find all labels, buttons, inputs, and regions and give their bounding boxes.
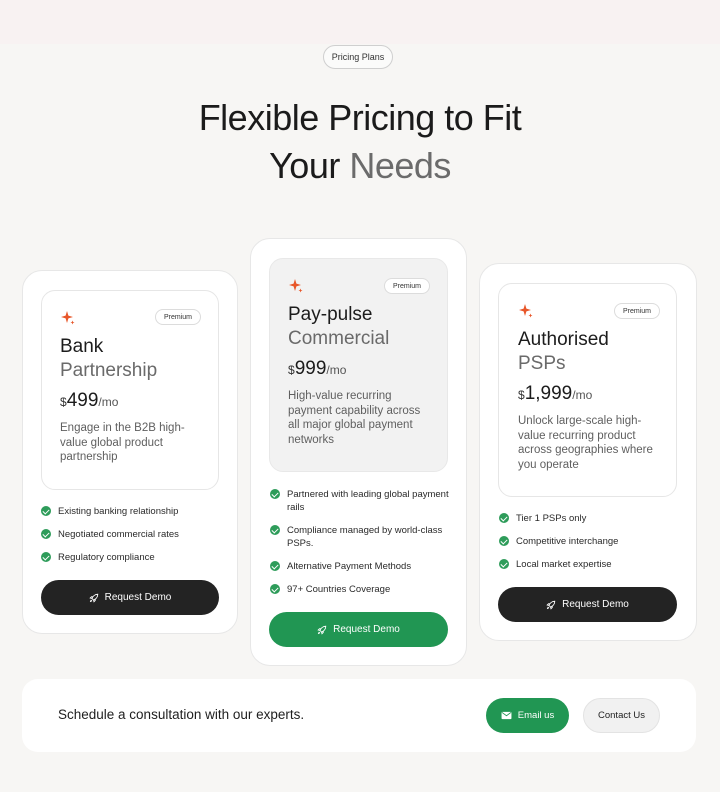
title-line-2: Your Needs xyxy=(0,142,720,190)
check-circle-icon xyxy=(41,552,51,562)
feature-item: Compliance managed by world-class PSPs. xyxy=(270,524,450,550)
price-amount: 999 xyxy=(294,358,327,379)
plan-title: Bank xyxy=(60,336,104,357)
feature-item: Partnered with leading global payment ra… xyxy=(270,488,450,514)
check-circle-icon xyxy=(499,536,509,546)
button-label: Request Demo xyxy=(104,592,172,603)
feature-text: Tier 1 PSPs only xyxy=(516,513,587,524)
plan-description: Unlock large-scale high-value recurring … xyxy=(518,415,653,471)
request-demo-button[interactable]: Request Demo xyxy=(498,587,677,622)
feature-list: Tier 1 PSPs only Competitive interchange… xyxy=(499,512,679,571)
plan-card-paypulse: Premium Pay-pulse Commercial $ 999 /mo H… xyxy=(250,238,467,666)
plan-card-bank: Premium Bank Partnership $ 499 /mo Engag… xyxy=(22,270,238,634)
feature-list: Existing banking relationship Negotiated… xyxy=(41,505,226,564)
premium-badge: Premium xyxy=(614,303,661,319)
rocket-icon xyxy=(546,600,556,610)
email-us-button[interactable]: Email us xyxy=(486,698,569,733)
feature-text: Existing banking relationship xyxy=(58,506,179,517)
rocket-icon xyxy=(317,625,327,635)
premium-badge: Premium xyxy=(155,309,202,325)
price-currency: $ xyxy=(60,395,67,409)
sparkle-icon xyxy=(519,304,533,318)
check-circle-icon xyxy=(270,525,280,535)
price-period: /mo xyxy=(326,363,347,377)
check-circle-icon xyxy=(499,513,509,523)
email-icon xyxy=(501,711,512,720)
contact-us-button[interactable]: Contact Us xyxy=(583,698,660,733)
price-period: /mo xyxy=(98,395,119,409)
consultation-cta-bar: Schedule a consultation with our experts… xyxy=(22,679,696,752)
title-needs: Needs xyxy=(349,145,451,186)
button-label: Request Demo xyxy=(333,624,400,635)
rocket-icon xyxy=(88,593,98,603)
feature-item: Alternative Payment Methods xyxy=(270,560,450,573)
button-label: Request Demo xyxy=(562,599,629,610)
plan-title: Pay-pulse xyxy=(288,304,373,325)
check-circle-icon xyxy=(41,529,51,539)
plan-card-authorised-psps: Premium Authorised PSPs $ 1,999 /mo Unlo… xyxy=(479,263,697,641)
feature-text: Compliance managed by world-class PSPs. xyxy=(287,525,443,549)
price-currency: $ xyxy=(288,363,295,377)
request-demo-button[interactable]: Request Demo xyxy=(269,612,448,647)
feature-text: Negotiated commercial rates xyxy=(58,529,179,540)
price-amount: 499 xyxy=(66,390,99,411)
request-demo-button[interactable]: Request Demo xyxy=(41,580,219,615)
plan-description: High-value recurring payment capability … xyxy=(288,390,421,446)
check-circle-icon xyxy=(270,489,280,499)
plan-subtitle: Partnership xyxy=(60,360,158,381)
check-circle-icon xyxy=(499,559,509,569)
plan-subtitle: Commercial xyxy=(288,328,390,349)
check-circle-icon xyxy=(270,561,280,571)
page-title: Flexible Pricing to Fit Your Needs xyxy=(0,94,720,190)
price-currency: $ xyxy=(518,388,525,402)
feature-item: Local market expertise xyxy=(499,558,679,571)
feature-text: Competitive interchange xyxy=(516,536,619,547)
plan-title: Authorised xyxy=(518,329,609,350)
sparkle-icon xyxy=(289,279,303,293)
button-label: Email us xyxy=(517,710,555,721)
plan-description: Engage in the B2B high-value global prod… xyxy=(60,422,185,463)
feature-item: Negotiated commercial rates xyxy=(41,528,226,541)
feature-item: Tier 1 PSPs only xyxy=(499,512,679,525)
title-your: Your xyxy=(269,145,350,186)
plan-price: $ 999 /mo xyxy=(288,358,346,380)
feature-text: Regulatory compliance xyxy=(58,552,155,563)
plan-header-box: Premium Bank Partnership $ 499 /mo Engag… xyxy=(41,290,219,490)
feature-text: 97+ Countries Coverage xyxy=(287,584,391,595)
plan-header-box: Premium Pay-pulse Commercial $ 999 /mo H… xyxy=(269,258,448,472)
price-amount: 1,999 xyxy=(524,383,573,404)
sparkle-icon xyxy=(61,311,75,325)
feature-item: Competitive interchange xyxy=(499,535,679,548)
plan-header-box: Premium Authorised PSPs $ 1,999 /mo Unlo… xyxy=(498,283,677,497)
plan-price: $ 499 /mo xyxy=(60,390,118,412)
title-line-1: Flexible Pricing to Fit xyxy=(198,97,522,138)
price-period: /mo xyxy=(572,388,593,402)
feature-item: Regulatory compliance xyxy=(41,551,226,564)
feature-text: Partnered with leading global payment ra… xyxy=(287,489,449,513)
feature-text: Local market expertise xyxy=(516,559,612,570)
feature-item: Existing banking relationship xyxy=(41,505,226,518)
premium-badge: Premium xyxy=(384,278,431,294)
plan-price: $ 1,999 /mo xyxy=(518,383,592,405)
feature-item: 97+ Countries Coverage xyxy=(270,583,450,596)
pricing-plans-pill: Pricing Plans xyxy=(323,45,393,69)
top-band xyxy=(0,0,720,44)
feature-text: Alternative Payment Methods xyxy=(287,561,412,572)
feature-list: Partnered with leading global payment ra… xyxy=(270,488,450,596)
plan-subtitle: PSPs xyxy=(518,353,566,374)
cta-text: Schedule a consultation with our experts… xyxy=(58,707,305,722)
check-circle-icon xyxy=(41,506,51,516)
check-circle-icon xyxy=(270,584,280,594)
